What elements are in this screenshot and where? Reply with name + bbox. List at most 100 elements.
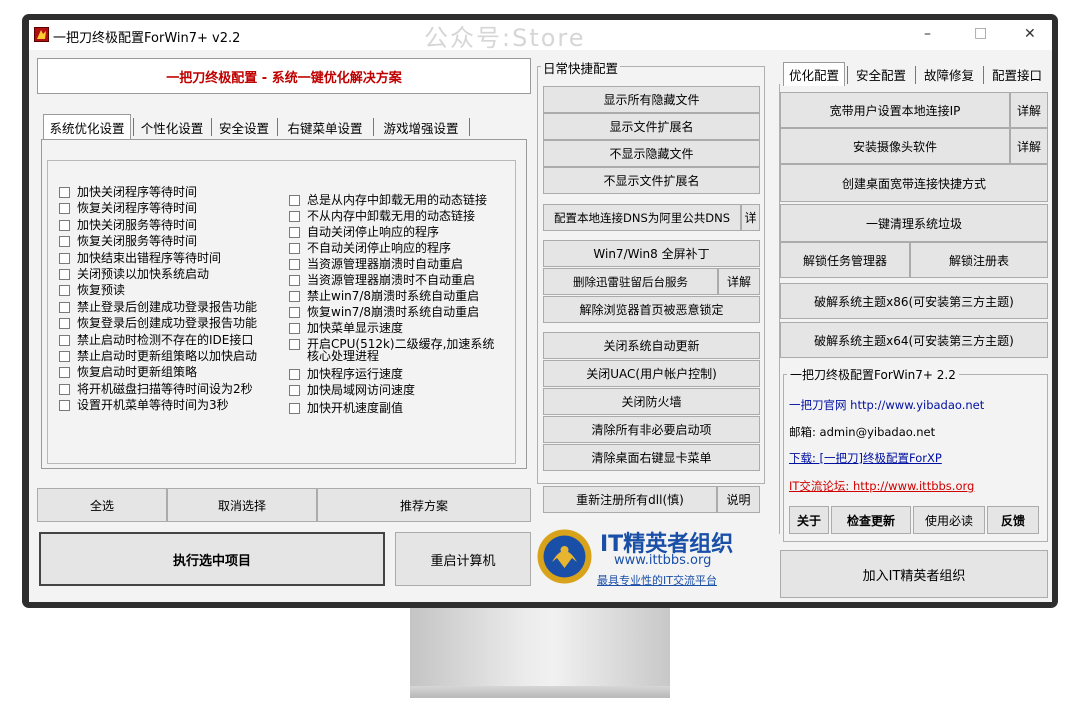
xunlei-detail-button[interactable]: 详解 — [718, 268, 760, 295]
feedback-button[interactable]: 反馈 — [987, 506, 1039, 534]
checkbox-box[interactable] — [289, 307, 300, 318]
checkbox-box[interactable] — [289, 403, 300, 414]
checkbox-box[interactable] — [289, 291, 300, 302]
option-checkbox[interactable]: 不自动关闭停止响应的程序 — [289, 242, 451, 255]
checkbox-box[interactable] — [289, 259, 300, 270]
broadband-ip-button[interactable]: 宽带用户设置本地连接IP — [780, 92, 1010, 128]
option-checkbox[interactable]: 恢复登录后创建成功登录报告功能 — [59, 317, 257, 330]
option-checkbox[interactable]: 加快关闭程序等待时间 — [59, 186, 197, 199]
checkbox-box[interactable] — [289, 323, 300, 334]
option-checkbox[interactable]: 设置开机菜单等待时间为3秒 — [59, 399, 229, 412]
download-link[interactable]: 下载: [一把刀]终极配置ForXP — [789, 450, 942, 466]
option-checkbox[interactable]: 加快局域网访问速度 — [289, 384, 415, 397]
option-checkbox[interactable]: 禁止win7/8崩溃时系统自动重启 — [289, 290, 479, 303]
checkbox-box[interactable] — [59, 219, 70, 231]
deselect-button[interactable]: 取消选择 — [167, 488, 317, 522]
dns-detail-button[interactable]: 详 — [741, 204, 760, 231]
unlock-task-manager-button[interactable]: 解锁任务管理器 — [780, 242, 910, 278]
theme-x64-button[interactable]: 破解系统主题x64(可安装第三方主题) — [780, 322, 1048, 358]
checkbox-box[interactable] — [59, 351, 70, 362]
tab-system-optimize[interactable]: 系统优化设置 — [43, 114, 131, 140]
option-checkbox[interactable]: 总是从内存中卸载无用的动态链接 — [289, 194, 487, 207]
quick-action-button[interactable]: 关闭防火墙 — [543, 388, 760, 415]
explain-button[interactable]: 说明 — [717, 486, 760, 513]
checkbox-box[interactable] — [59, 236, 70, 248]
forum-link[interactable]: IT交流论坛: http://www.ittbbs.org — [789, 478, 974, 494]
quick-action-button[interactable]: 不显示文件扩展名 — [543, 167, 760, 194]
checkbox-box[interactable] — [59, 203, 70, 215]
xunlei-button[interactable]: 删除迅雷驻留后台服务 — [543, 268, 718, 295]
option-checkbox[interactable]: 加快关闭服务等待时间 — [59, 218, 197, 232]
join-button[interactable]: 加入IT精英者组织 — [780, 550, 1048, 598]
broadband-shortcut-button[interactable]: 创建桌面宽带连接快捷方式 — [780, 164, 1048, 202]
checkbox-box[interactable] — [289, 339, 300, 350]
must-read-button[interactable]: 使用必读 — [913, 506, 985, 534]
checkbox-box[interactable] — [289, 211, 300, 222]
minimize-button[interactable]: – — [924, 26, 931, 42]
option-checkbox[interactable]: 加快开机速度副值 — [289, 402, 403, 415]
option-checkbox[interactable]: 禁止启动时检测不存在的IDE接口 — [59, 333, 253, 347]
option-checkbox[interactable]: 恢复预读 — [59, 284, 125, 297]
tab-fault-repair[interactable]: 故障修复 — [917, 62, 981, 86]
unlock-registry-button[interactable]: 解锁注册表 — [910, 242, 1048, 278]
tab-config-interface[interactable]: 配置接口 — [985, 62, 1049, 86]
cleanup-button[interactable]: 一键清理系统垃圾 — [780, 204, 1048, 242]
dns-button[interactable]: 配置本地连接DNS为阿里公共DNS — [543, 204, 741, 231]
tab-security-config[interactable]: 安全配置 — [849, 62, 913, 86]
option-checkbox[interactable]: 恢复启动时更新组策略 — [59, 366, 197, 379]
browser-unlock-button[interactable]: 解除浏览器首页被恶意锁定 — [543, 296, 760, 323]
quick-action-button[interactable]: 显示文件扩展名 — [543, 113, 760, 140]
checkbox-box[interactable] — [59, 318, 70, 330]
option-checkbox[interactable]: 关闭预读以加快系统启动 — [59, 268, 209, 281]
select-all-button[interactable]: 全选 — [37, 488, 167, 522]
option-checkbox[interactable]: 加快结束出错程序等待时间 — [59, 251, 221, 265]
about-button[interactable]: 关于 — [789, 506, 829, 534]
checkbox-box[interactable] — [289, 369, 300, 380]
theme-x86-button[interactable]: 破解系统主题x86(可安装第三方主题) — [780, 283, 1048, 319]
quick-action-button[interactable]: 不显示隐藏文件 — [543, 140, 760, 167]
execute-button[interactable]: 执行选中项目 — [39, 532, 385, 586]
option-checkbox[interactable]: 恢复关闭程序等待时间 — [59, 202, 197, 215]
quick-action-button[interactable]: 显示所有隐藏文件 — [543, 86, 760, 113]
option-checkbox[interactable]: 不从内存中卸载无用的动态链接 — [289, 210, 475, 223]
quick-action-button[interactable]: 关闭系统自动更新 — [543, 332, 760, 359]
close-button[interactable]: ✕ — [1024, 26, 1036, 42]
quick-action-button[interactable]: 清除桌面右键显卡菜单 — [543, 444, 760, 471]
maximize-button[interactable]: □ — [974, 25, 987, 41]
tab-context-menu[interactable]: 右键菜单设置 — [279, 114, 371, 140]
checkbox-box[interactable] — [59, 383, 70, 395]
tab-personalize[interactable]: 个性化设置 — [135, 114, 209, 140]
register-dll-button[interactable]: 重新注册所有dll(慎) — [543, 486, 717, 513]
option-checkbox[interactable]: 恢复win7/8崩溃时系统自动重启 — [289, 306, 479, 319]
checkbox-box[interactable] — [59, 269, 70, 280]
option-checkbox[interactable]: 当资源管理器崩溃时不自动重启 — [289, 274, 475, 287]
option-checkbox[interactable]: 自动关闭停止响应的程序 — [289, 226, 439, 239]
option-checkbox[interactable]: 禁止登录后创建成功登录报告功能 — [59, 300, 257, 314]
checkbox-box[interactable] — [59, 400, 70, 412]
official-site-link[interactable]: 一把刀官网 http://www.yibadao.net — [789, 397, 984, 413]
checkbox-box[interactable] — [59, 334, 70, 346]
checkbox-box[interactable] — [59, 285, 70, 297]
option-checkbox[interactable]: 当资源管理器崩溃时自动重启 — [289, 258, 463, 271]
recommend-button[interactable]: 推荐方案 — [317, 488, 531, 522]
restart-button[interactable]: 重启计算机 — [395, 532, 531, 586]
check-update-button[interactable]: 检查更新 — [831, 506, 911, 534]
option-checkbox[interactable]: 加快菜单显示速度 — [289, 322, 403, 335]
logo-slogan-link[interactable]: 最具专业性的IT交流平台 — [597, 572, 717, 588]
checkbox-box[interactable] — [59, 252, 70, 264]
option-checkbox[interactable]: 禁止启动时更新组策略以加快启动 — [59, 350, 257, 363]
quick-action-button[interactable]: 关闭UAC(用户帐户控制) — [543, 360, 760, 387]
camera-button[interactable]: 安装摄像头软件 — [780, 128, 1010, 164]
option-checkbox[interactable]: 核心处理进程 — [289, 350, 379, 363]
checkbox-box[interactable] — [289, 227, 300, 238]
option-checkbox[interactable]: 加快程序运行速度 — [289, 368, 403, 381]
checkbox-box[interactable] — [289, 385, 300, 396]
quick-action-button[interactable]: 清除所有非必要启动项 — [543, 416, 760, 443]
checkbox-box[interactable] — [59, 301, 70, 313]
tab-game-boost[interactable]: 游戏增强设置 — [375, 114, 467, 140]
checkbox-box[interactable] — [289, 195, 300, 206]
option-checkbox[interactable]: 恢复关闭服务等待时间 — [59, 235, 197, 248]
option-checkbox[interactable]: 将开机磁盘扫描等待时间设为2秒 — [59, 382, 253, 396]
checkbox-box[interactable] — [59, 367, 70, 379]
tab-optimize-config[interactable]: 优化配置 — [783, 62, 845, 86]
